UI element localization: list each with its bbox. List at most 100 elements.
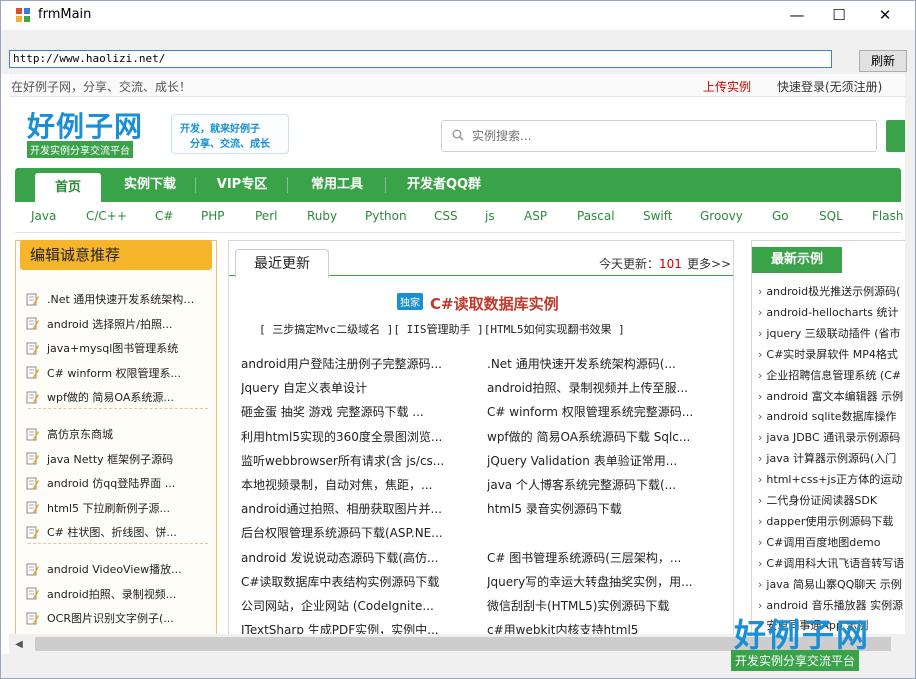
refresh-button[interactable]: 刷新 <box>859 50 907 72</box>
lang-link[interactable]: ASP <box>524 209 547 223</box>
site-top-strip: 在好例子网，分享、交流、成长！ 上传实例 快速登录(无须注册) <box>9 74 905 97</box>
newest-example-link[interactable]: html+css+js正方体的运动 <box>758 471 905 491</box>
recommend-item[interactable]: html5 下拉刷新例子源... <box>26 498 200 518</box>
more-link[interactable]: 更多>> <box>687 255 731 272</box>
lang-link[interactable]: Pascal <box>577 209 615 223</box>
close-button[interactable]: ✕ <box>862 0 908 30</box>
newest-example-link[interactable]: android极光推送示例源码( <box>758 283 905 303</box>
update-item-link[interactable]: android拍照、录制视频并上传至服... <box>487 379 727 402</box>
nav-downloads[interactable]: 实例下载 <box>107 168 193 202</box>
main-nav: 首页 实例下载 VIP专区 常用工具 开发者QQ群 <box>15 168 901 202</box>
lang-link[interactable]: Python <box>365 209 407 223</box>
update-item-label: C# 图书管理系统源码(三层架构，... <box>487 550 682 565</box>
newest-example-link[interactable]: android 富文本编辑器 示例 <box>758 388 905 408</box>
recommend-item[interactable]: .Net 通用快速开发系统架构源码(... <box>26 289 200 309</box>
newest-example-link[interactable]: java JDBC 通讯录示例源码 <box>758 429 905 449</box>
pencil-doc-icon <box>26 612 39 625</box>
update-item-link[interactable]: 微信刮刮卡(HTML5)实例源码下载 <box>487 597 727 620</box>
upload-link[interactable]: 上传实例 <box>703 78 751 95</box>
slogan-line: 开发，就来好例子 <box>180 124 260 135</box>
lang-link[interactable]: Perl <box>255 209 277 223</box>
lang-link[interactable]: C# <box>155 209 173 223</box>
update-item-link[interactable]: 利用html5实现的360度全景图浏览... <box>241 428 481 451</box>
update-item-link[interactable]: 砸金蛋 抽奖 游戏 完整源码下载 ... <box>241 403 481 426</box>
update-item-label: 利用html5实现的360度全景图浏览... <box>241 429 443 444</box>
nav-vip[interactable]: VIP专区 <box>199 168 285 202</box>
recommend-item[interactable]: java+mysql图书管理系统 <box>26 338 200 358</box>
newest-example-link[interactable]: 企业招聘信息管理系统 (C# <box>758 367 905 387</box>
newest-example-link[interactable]: android sqlite数据库操作 <box>758 408 905 428</box>
recommend-item[interactable]: java Netty 框架例子源码 <box>26 449 200 469</box>
maximize-button[interactable]: ☐ <box>816 0 862 30</box>
search-button[interactable] <box>886 120 905 152</box>
nav-home[interactable]: 首页 <box>35 173 101 202</box>
lang-link[interactable]: Ruby <box>307 209 337 223</box>
update-item-link[interactable]: C#读取数据库中表结构实例源码下载 <box>241 573 481 596</box>
update-item-link[interactable]: 监听webbrowser所有请求(含 js/cs... <box>241 452 481 475</box>
newest-example-link[interactable]: java 计算器示例源码(入门 <box>758 450 905 470</box>
nav-qq-group[interactable]: 开发者QQ群 <box>389 168 499 202</box>
recommend-item-label: android VideoView播放... <box>47 563 182 576</box>
browser-view[interactable]: 在好例子网，分享、交流、成长！ 上传实例 快速登录(无须注册) 好例子网 开发实… <box>9 74 905 634</box>
update-item-link[interactable]: html5 录音实例源码下载 <box>487 500 727 523</box>
address-input[interactable] <box>9 50 832 68</box>
update-item-link[interactable]: wpf做的 简易OA系统源码下载 Sqlc... <box>487 428 727 451</box>
login-link[interactable]: 快速登录(无须注册) <box>777 78 882 95</box>
site-logo[interactable]: 好例子网 <box>27 105 143 145</box>
update-item-link[interactable]: C# winform 权限管理系统完整源码... <box>487 403 727 426</box>
lang-link[interactable]: SQL <box>819 209 843 223</box>
update-item-link[interactable]: c#用webkit内核支持html5 <box>487 621 727 634</box>
update-item-link[interactable]: 本地视频录制，自动对焦，焦距，... <box>241 476 481 499</box>
update-item-link[interactable]: ITextSharp 生成PDF实例，实例中... <box>241 621 481 634</box>
featured-title-link[interactable]: C#读取数据库实例 <box>430 293 559 314</box>
update-item-label: 砸金蛋 抽奖 游戏 完整源码下载 ... <box>241 405 424 420</box>
minimize-button[interactable]: — <box>774 0 820 30</box>
newest-example-link[interactable]: java 简易山寨QQ聊天 示例 <box>758 576 905 596</box>
update-item-link[interactable]: android 发说说动态源码下载(高仿... <box>241 549 481 572</box>
newest-example-link[interactable]: android-hellocharts 统计 <box>758 304 905 324</box>
update-item-link[interactable]: .Net 通用快速开发系统架构源码(... <box>487 355 727 378</box>
recommend-item[interactable]: C# 柱状图、折线图、饼... <box>26 522 200 542</box>
recommend-item[interactable]: C# winform 权限管理系... <box>26 363 200 383</box>
newest-example-link[interactable]: jquery 三级联动插件 (省市 <box>758 325 905 345</box>
update-item-link[interactable]: android通过拍照、相册获取图片并... <box>241 500 481 523</box>
recommend-item-label: android拍照、录制视频... <box>47 587 177 601</box>
newest-example-link[interactable]: C#调用百度地图demo <box>758 534 905 554</box>
latest-updates-header: 最近更新 今天更新：101 更多>> <box>229 241 733 278</box>
lang-link[interactable]: Java <box>31 209 56 223</box>
recommend-item[interactable]: android VideoView播放... <box>26 559 200 579</box>
update-item-link[interactable]: 公司网站，企业网站 (CodeIgnite... <box>241 597 481 620</box>
lang-link[interactable]: Groovy <box>700 209 743 223</box>
newest-example-link[interactable]: dapper使用示例源码下载 <box>758 513 905 533</box>
recommend-item-label: OCR图片识别文字例子(... <box>47 612 174 626</box>
update-item-link[interactable]: java 个人博客系统完整源码下载(... <box>487 476 727 499</box>
update-item-label: android通过拍照、相册获取图片并... <box>241 502 442 517</box>
tab-latest-updates[interactable]: 最近更新 <box>235 249 329 278</box>
scroll-left-arrow-icon[interactable]: ◀ <box>9 634 29 654</box>
lang-link[interactable]: CSS <box>434 209 458 223</box>
recommend-item[interactable]: 高仿京东商城 <box>26 424 200 444</box>
update-item-link[interactable]: Jquery写的幸运大转盘抽奖实例，用... <box>487 573 727 596</box>
lang-link[interactable]: PHP <box>201 209 225 223</box>
update-item-link[interactable]: android用户登陆注册例子完整源码... <box>241 355 481 378</box>
recommend-item[interactable]: wpf做的 简易OA系统源... <box>26 387 200 407</box>
lang-link[interactable]: Swift <box>643 209 672 223</box>
newest-example-link[interactable]: 二代身份证阅读器SDK <box>758 492 905 512</box>
update-item-link[interactable]: jQuery Validation 表单验证常用... <box>487 452 727 475</box>
recommend-item[interactable]: android 仿qq登陆界面 ... <box>26 473 200 493</box>
featured-links[interactable]: [ 三步搞定Mvc二级域名 ][ IIS管理助手 ][HTML5如何实现翻书效果… <box>259 321 625 337</box>
recommend-item[interactable]: android 选择照片/拍照... <box>26 314 200 334</box>
recommend-item[interactable]: OCR图片识别文字例子(... <box>26 608 200 628</box>
update-item-link[interactable]: Jquery 自定义表单设计 <box>241 379 481 402</box>
newest-example-link[interactable]: C#调用科大讯飞语音转写语 <box>758 555 905 575</box>
newest-example-link[interactable]: C#实时录屏软件 MP4格式 <box>758 346 905 366</box>
lang-link[interactable]: C/C++ <box>86 209 127 223</box>
lang-link[interactable]: Flash <box>872 209 903 223</box>
update-item-link[interactable]: 后台权限管理系统源码下载(ASP.NE... <box>241 524 481 547</box>
recommend-item[interactable]: android拍照、录制视频... <box>26 584 200 604</box>
lang-link[interactable]: Go <box>772 209 789 223</box>
update-item-link[interactable]: C# 图书管理系统源码(三层架构，... <box>487 549 727 572</box>
search-input[interactable] <box>470 128 854 144</box>
lang-link[interactable]: js <box>485 209 495 223</box>
nav-tools[interactable]: 常用工具 <box>291 168 383 202</box>
